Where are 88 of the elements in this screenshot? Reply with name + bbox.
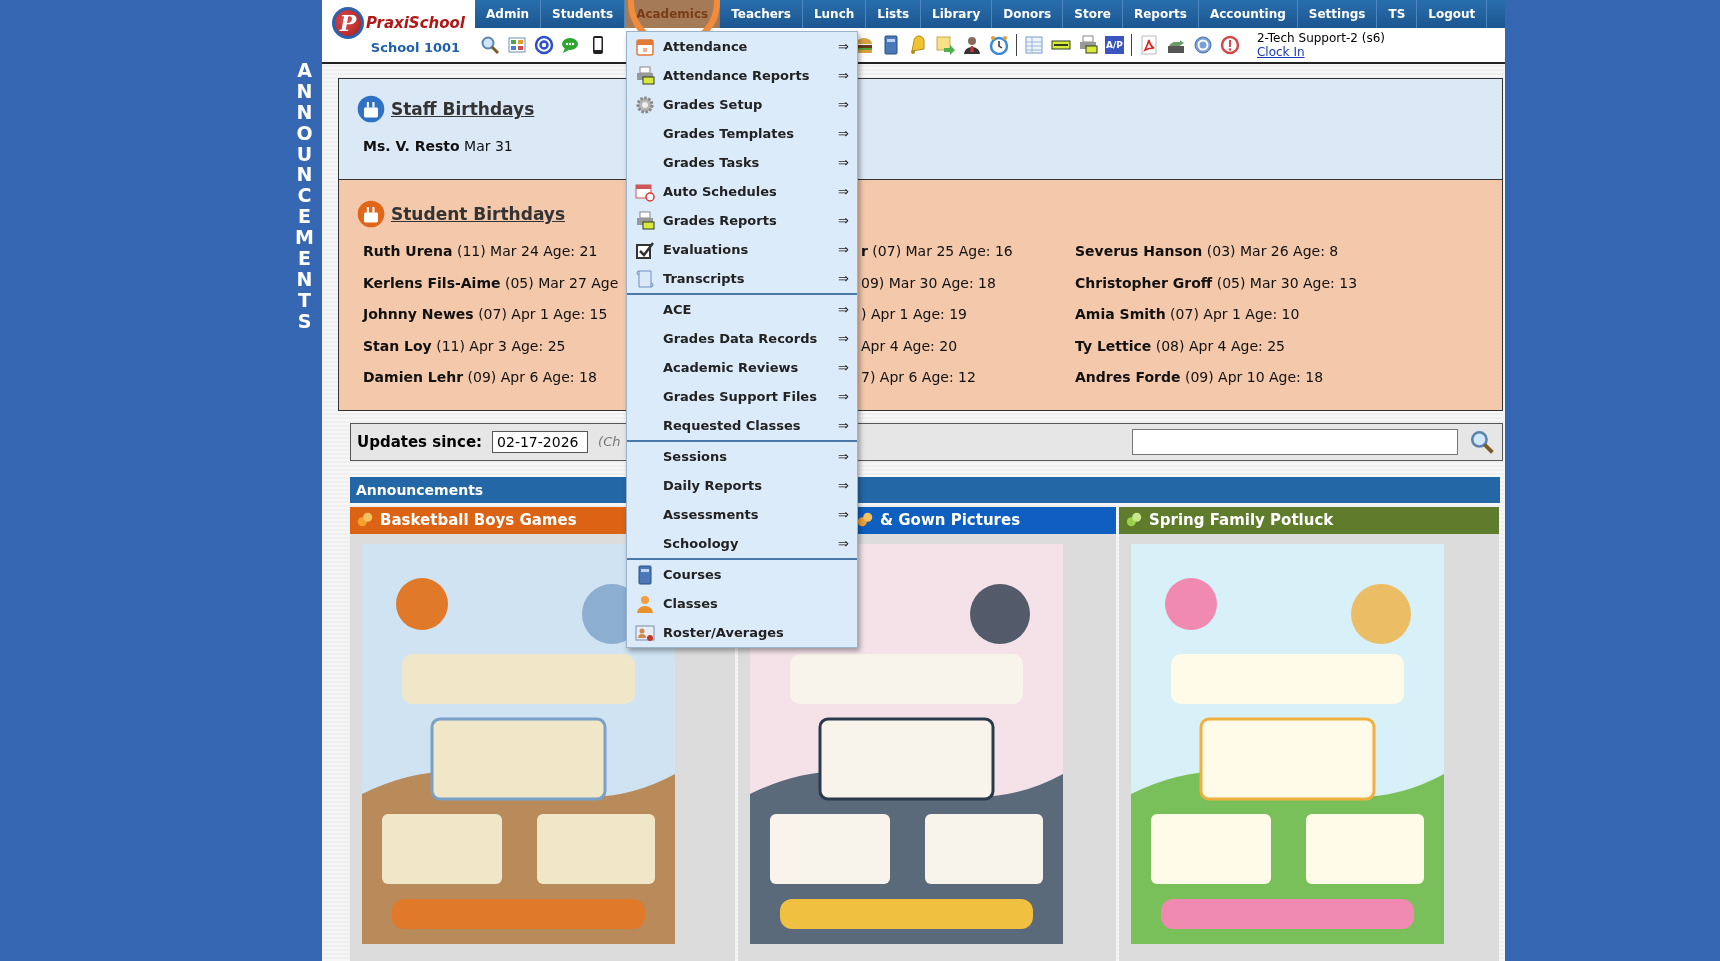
birthday-entry: r (07) Mar 25 Age: 16 [861, 243, 1013, 259]
menu-item[interactable]: Grades Tasks ⇒ [627, 148, 857, 177]
nav-tab[interactable]: Lunch [802, 0, 867, 28]
search-icon[interactable] [480, 35, 500, 55]
nav-tab[interactable]: Settings [1297, 0, 1378, 28]
birthday-entry: Stan Loy (11) Apr 3 Age: 25 [363, 337, 566, 354]
birthday-entry: 7) Apr 6 Age: 12 [861, 369, 976, 385]
birthday-entry: Ty Lettice (08) Apr 4 Age: 25 [1075, 337, 1286, 354]
menu-item[interactable]: Grades Templates ⇒ [627, 119, 857, 148]
user-name: 2-Tech Support-2 (s6) [1256, 31, 1385, 45]
nav-tab[interactable]: Reports [1122, 0, 1199, 28]
person-icon [635, 593, 655, 614]
birthday-entry: Ruth Urena (11) Mar 24 Age: 21 [363, 243, 598, 259]
printer-icon [635, 65, 655, 86]
search-button[interactable] [1468, 428, 1496, 455]
search-field[interactable] [1132, 428, 1458, 455]
note-text: (Ch [598, 434, 621, 449]
ap-icon[interactable]: A/P [1105, 36, 1124, 54]
menu-item[interactable]: Transcripts ⇒ [627, 264, 857, 293]
menu-item[interactable]: Auto Schedules ⇒ [627, 177, 857, 206]
birthday-entry: Apr 4 Age: 20 [861, 337, 958, 354]
balls-icon [356, 511, 374, 529]
gear-icon [635, 94, 655, 115]
menu-item[interactable]: Grades Data Records ⇒ [627, 324, 857, 353]
nav-tab[interactable]: Teachers [720, 0, 803, 28]
birthday-entry: ) Apr 1 Age: 19 [861, 306, 967, 322]
nav-tab[interactable]: Admin [475, 0, 542, 28]
nav-tab[interactable]: TS [1377, 0, 1418, 28]
birthday-entry: Damien Lehr (09) Apr 6 Age: 18 [363, 369, 597, 385]
side-label: ANNOUNCEMENTS [295, 60, 314, 332]
book-icon [635, 564, 655, 585]
birthday-entry: Amia Smith (07) Apr 1 Age: 10 [1075, 306, 1300, 322]
balls-icon [1125, 511, 1143, 529]
nav-tab[interactable]: Donors [992, 0, 1064, 28]
cake-icon [357, 95, 385, 123]
calendar-icon [635, 36, 655, 57]
logo-name: PraxiSchool [366, 14, 465, 32]
nav-tab[interactable]: Store [1063, 0, 1123, 28]
balls-icon [856, 511, 874, 529]
clock-in-link[interactable]: Clock In [1256, 45, 1385, 59]
nav-tab[interactable]: Accounting [1198, 0, 1298, 28]
nav-tab[interactable]: Library [921, 0, 993, 28]
birthday-entry: Johnny Newes (07) Apr 1 Age: 15 [363, 306, 608, 322]
person-icon[interactable] [962, 35, 982, 55]
birthday-entry: Kerlens Fils-Aime (05) Mar 27 Age [363, 274, 619, 291]
search-icon [1468, 428, 1496, 455]
grid-icon[interactable] [507, 35, 527, 55]
date-field[interactable]: 02-17-2026 [492, 430, 589, 453]
bell-icon[interactable] [908, 35, 928, 55]
menu-item[interactable]: Classes [627, 589, 857, 618]
menu-item[interactable]: Courses [627, 560, 857, 589]
menu-item[interactable]: ACE ⇒ [627, 295, 857, 324]
cake-icon [357, 200, 385, 228]
logo-mark: P [332, 7, 364, 39]
menu-item[interactable]: Grades Support Files ⇒ [627, 382, 857, 411]
alert-icon[interactable] [1219, 35, 1240, 55]
roster-icon [635, 622, 655, 643]
menu-item[interactable]: Evaluations ⇒ [627, 235, 857, 264]
updates-label: Updates since: [357, 432, 483, 451]
pdf-icon[interactable] [1138, 35, 1159, 55]
calendar-clock-icon [635, 181, 655, 202]
birthday-entry: Ms. V. Resto Mar 31 [363, 138, 513, 154]
book-icon[interactable] [881, 35, 901, 55]
birthday-entry: Christopher Groff (05) Mar 30 Age: 13 [1075, 274, 1358, 291]
student-birthdays-title[interactable]: Student Birthdays [391, 204, 566, 224]
printer-icon [635, 210, 655, 231]
menu-item[interactable]: Requested Classes ⇒ [627, 411, 857, 440]
menu-item[interactable]: Attendance ⇒ [627, 32, 857, 61]
menu-item[interactable]: Attendance Reports ⇒ [627, 61, 857, 90]
birthday-entry: Andres Forde (09) Apr 10 Age: 18 [1075, 369, 1324, 385]
menu-item[interactable]: Grades Reports ⇒ [627, 206, 857, 235]
alarm-clock-icon[interactable] [989, 35, 1009, 55]
nav-tab[interactable]: Lists [866, 0, 922, 28]
school-name: School 1001 [370, 40, 461, 55]
menu-item[interactable]: Roster/Averages [627, 618, 857, 647]
nav-tab[interactable]: Logout [1417, 0, 1488, 28]
help-icon[interactable] [1192, 35, 1213, 55]
chat-bubble-icon[interactable] [561, 35, 581, 55]
note-arrow-icon[interactable] [935, 35, 955, 55]
birthday-entry: 09) Mar 30 Age: 18 [861, 274, 996, 291]
birthday-entry: Severus Hanson (03) Mar 26 Age: 8 [1075, 243, 1339, 259]
staff-birthdays-title[interactable]: Staff Birthdays [391, 99, 535, 119]
menu-item[interactable]: Academic Reviews ⇒ [627, 353, 857, 382]
menu-item[interactable]: Grades Setup ⇒ [627, 90, 857, 119]
announcement-title-bar[interactable]: Spring Family Potluck [1119, 506, 1499, 534]
menu-item[interactable]: Sessions ⇒ [627, 442, 857, 471]
scroll-icon [635, 268, 655, 289]
printer-icon[interactable] [1078, 35, 1098, 55]
